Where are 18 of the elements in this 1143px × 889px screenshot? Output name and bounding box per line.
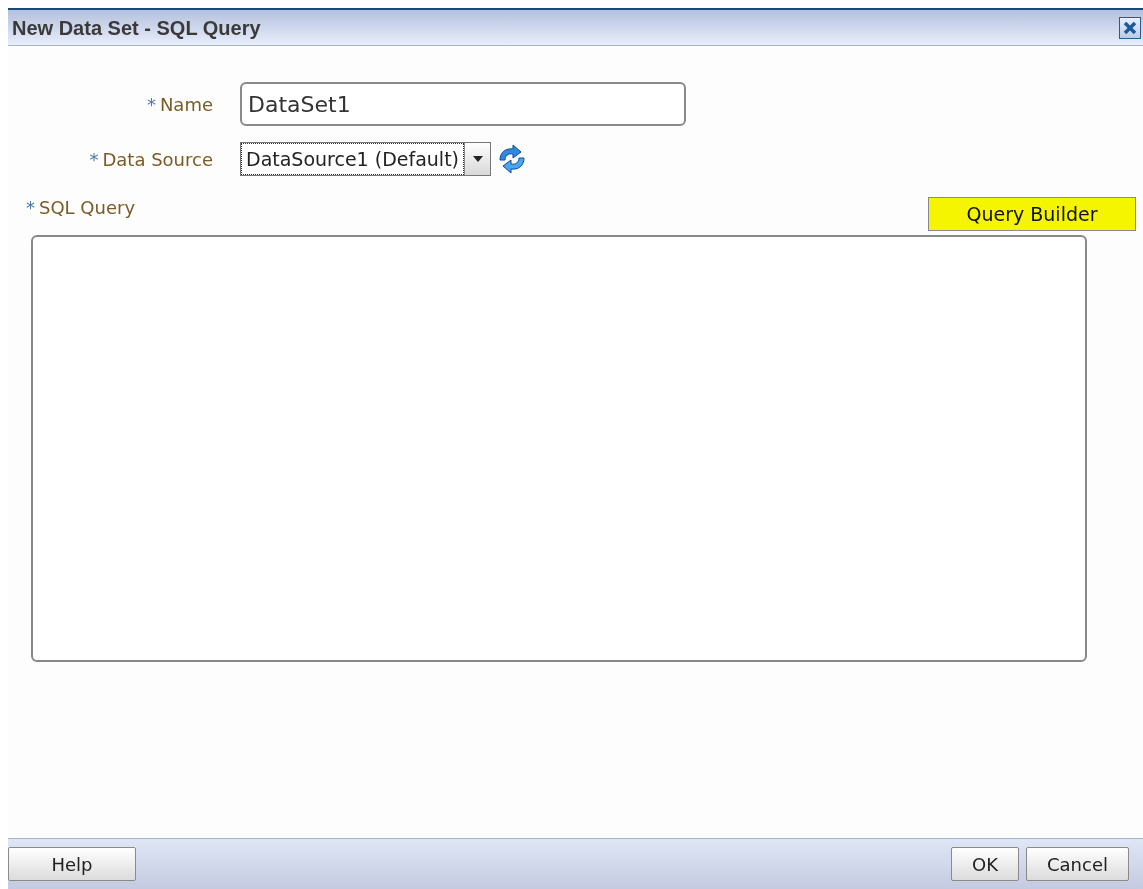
field-label: Name: [159, 92, 213, 117]
field-label: Data Source: [102, 147, 213, 172]
data-source-select[interactable]: DataSource1 (Default): [240, 142, 491, 176]
help-button[interactable]: Help: [8, 847, 136, 881]
close-button[interactable]: [1119, 16, 1141, 39]
dialog-button[interactable]: OK: [951, 847, 1019, 881]
required-mark: *: [89, 147, 99, 172]
name-field[interactable]: DataSet1: [240, 82, 686, 126]
refresh-icon: [496, 144, 528, 174]
dialog-button[interactable]: Cancel: [1026, 847, 1129, 881]
field-label: SQL Query: [39, 196, 136, 220]
required-mark: *: [26, 196, 35, 220]
required-mark: *: [146, 92, 156, 117]
window-title: New Data Set - SQL Query: [12, 15, 261, 41]
close-icon: [1123, 20, 1137, 35]
sql-query-field[interactable]: [31, 235, 1087, 662]
caret-icon: [472, 156, 483, 162]
query-builder-button[interactable]: Query Builder: [928, 197, 1136, 231]
